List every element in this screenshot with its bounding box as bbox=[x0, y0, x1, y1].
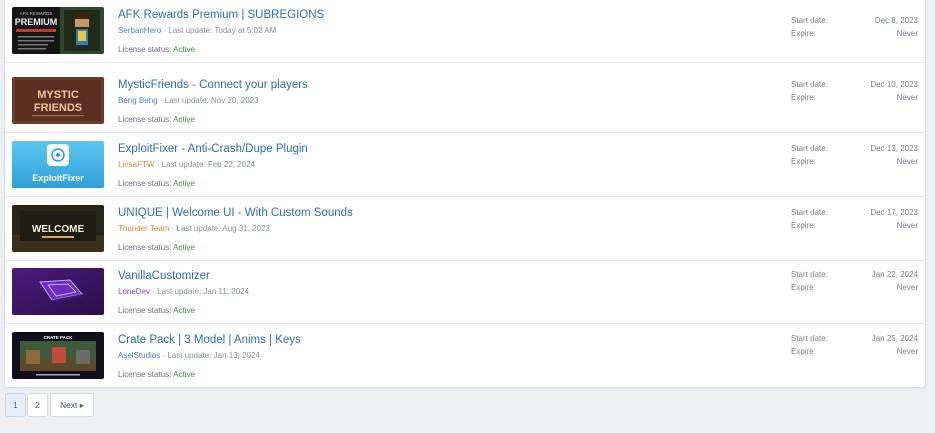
resource-meta: AselStudios · Last update: Jan 13, 2024 bbox=[118, 351, 260, 360]
expire-value: Never bbox=[896, 157, 918, 166]
license-status-label: License status: bbox=[118, 243, 172, 252]
start-date-label: Start date: bbox=[791, 208, 828, 217]
license-status-label: License status: bbox=[118, 370, 172, 379]
resource-thumbnail[interactable]: WELCOME bbox=[12, 205, 104, 252]
status-badge: Active bbox=[173, 45, 195, 54]
license-status: License status: Active bbox=[118, 115, 195, 124]
resource-thumbnail[interactable]: ExploitFixer bbox=[12, 141, 104, 188]
resource-thumbnail[interactable]: CRATE PACK bbox=[12, 332, 104, 379]
start-date-value: Dec 10, 2023 bbox=[870, 80, 918, 89]
expire-value: Never bbox=[896, 93, 918, 102]
page-2-button[interactable]: 2 bbox=[27, 393, 48, 417]
thumb-text: FRIENDS bbox=[34, 102, 82, 114]
start-date-label: Start date: bbox=[791, 144, 828, 153]
list-item: AFK REWARDS PREMIUM AFK Rewards Premium … bbox=[5, 0, 925, 63]
resource-title-link[interactable]: Crate Pack | 3 Model | Anims | Keys bbox=[118, 334, 301, 346]
last-update: · Last update: Jan 13, 2024 bbox=[162, 351, 260, 360]
expire-value: Never bbox=[896, 283, 918, 292]
last-update: · Last update: Nov 20, 2023 bbox=[159, 96, 259, 105]
start-date-label: Start date: bbox=[791, 270, 828, 279]
author-link[interactable]: AselStudios bbox=[118, 351, 160, 360]
resource-title-link[interactable]: VanillaCustomizer bbox=[118, 270, 210, 282]
list-item: CRATE PACK Crate Pack | 3 Model | Anims … bbox=[5, 325, 925, 387]
resource-meta: Thunder Team · Last update: Aug 31, 2023 bbox=[118, 224, 270, 233]
expire-label: Expire: bbox=[791, 221, 816, 230]
list-item: WELCOME UNIQUE | Welcome UI - With Custo… bbox=[5, 198, 925, 261]
expire-label: Expire: bbox=[791, 157, 816, 166]
author-link[interactable]: Thunder Team bbox=[118, 224, 169, 233]
expire-value: Never bbox=[896, 29, 918, 38]
license-list: AFK REWARDS PREMIUM AFK Rewards Premium … bbox=[4, 0, 926, 388]
resource-meta: SerbanHero · Last update: Today at 5:02 … bbox=[118, 26, 276, 35]
thumb-text: MYSTIC bbox=[37, 89, 79, 101]
resource-meta: LoneDev · Last update: Jan 11, 2024 bbox=[118, 287, 249, 296]
resource-title-link[interactable]: AFK Rewards Premium | SUBREGIONS bbox=[118, 9, 324, 21]
resource-thumbnail[interactable]: MYSTIC FRIENDS bbox=[12, 77, 104, 124]
expire-label: Expire: bbox=[791, 347, 816, 356]
status-badge: Active bbox=[173, 370, 195, 379]
expire-label: Expire: bbox=[791, 93, 816, 102]
resource-meta: LinsaFTW · Last update: Feb 22, 2024 bbox=[118, 160, 255, 169]
license-status-label: License status: bbox=[118, 306, 172, 315]
license-status: License status: Active bbox=[118, 306, 195, 315]
license-status: License status: Active bbox=[118, 370, 195, 379]
resource-title-link[interactable]: ExploitFixer - Anti-Crash/Dupe Plugin bbox=[118, 143, 308, 155]
resource-title-link[interactable]: MysticFriends - Connect your players bbox=[118, 79, 308, 91]
start-date-value: Dec 17, 2023 bbox=[870, 208, 918, 217]
license-status-label: License status: bbox=[118, 179, 172, 188]
last-update: · Last update: Feb 22, 2024 bbox=[156, 160, 255, 169]
start-date-label: Start date: bbox=[791, 334, 828, 343]
status-badge: Active bbox=[173, 179, 195, 188]
license-status-label: License status: bbox=[118, 45, 172, 54]
expire-value: Never bbox=[896, 221, 918, 230]
author-link[interactable]: LoneDev bbox=[118, 287, 150, 296]
license-status: License status: Active bbox=[118, 243, 195, 252]
thumb-text: CRATE PACK bbox=[44, 335, 74, 340]
list-item: VanillaCustomizer LoneDev · Last update:… bbox=[5, 261, 925, 324]
resource-thumbnail[interactable]: AFK REWARDS PREMIUM bbox=[12, 7, 104, 54]
expire-label: Expire: bbox=[791, 29, 816, 38]
status-badge: Active bbox=[173, 306, 195, 315]
start-date-value: Jan 22, 2024 bbox=[871, 270, 918, 279]
thumb-text: WELCOME bbox=[32, 224, 85, 235]
last-update: · Last update: Today at 5:02 AM bbox=[163, 26, 277, 35]
expire-label: Expire: bbox=[791, 283, 816, 292]
start-date-label: Start date: bbox=[791, 80, 828, 89]
list-item: MYSTIC FRIENDS MysticFriends - Connect y… bbox=[5, 70, 925, 133]
resource-meta: Beng Beng · Last update: Nov 20, 2023 bbox=[118, 96, 259, 105]
thumb-text: PREMIUM bbox=[15, 17, 58, 27]
resource-thumbnail[interactable] bbox=[12, 268, 104, 315]
start-date-value: Dec 13, 2023 bbox=[870, 144, 918, 153]
status-badge: Active bbox=[173, 243, 195, 252]
license-status-label: License status: bbox=[118, 115, 172, 124]
license-status: License status: Active bbox=[118, 45, 195, 54]
last-update: · Last update: Jan 11, 2024 bbox=[152, 287, 250, 296]
thumb-text: AFK REWARDS bbox=[20, 11, 53, 16]
author-link[interactable]: LinsaFTW bbox=[118, 160, 154, 169]
last-update: · Last update: Aug 31, 2023 bbox=[171, 224, 270, 233]
start-date-value: Dec 8, 2023 bbox=[874, 16, 918, 25]
next-page-button[interactable]: Next ▸ bbox=[50, 393, 94, 417]
thumb-text: ExploitFixer bbox=[32, 173, 84, 183]
author-link[interactable]: Beng Beng bbox=[118, 96, 158, 105]
author-link[interactable]: SerbanHero bbox=[118, 26, 161, 35]
status-badge: Active bbox=[173, 115, 195, 124]
license-status: License status: Active bbox=[118, 179, 195, 188]
list-item: ExploitFixer ExploitFixer - Anti-Crash/D… bbox=[5, 134, 925, 197]
resource-title-link[interactable]: UNIQUE | Welcome UI - With Custom Sounds bbox=[118, 207, 353, 219]
start-date-value: Jan 25, 2024 bbox=[871, 334, 918, 343]
page-1-button[interactable]: 1 bbox=[5, 393, 26, 417]
expire-value: Never bbox=[896, 347, 918, 356]
start-date-label: Start date: bbox=[791, 16, 828, 25]
